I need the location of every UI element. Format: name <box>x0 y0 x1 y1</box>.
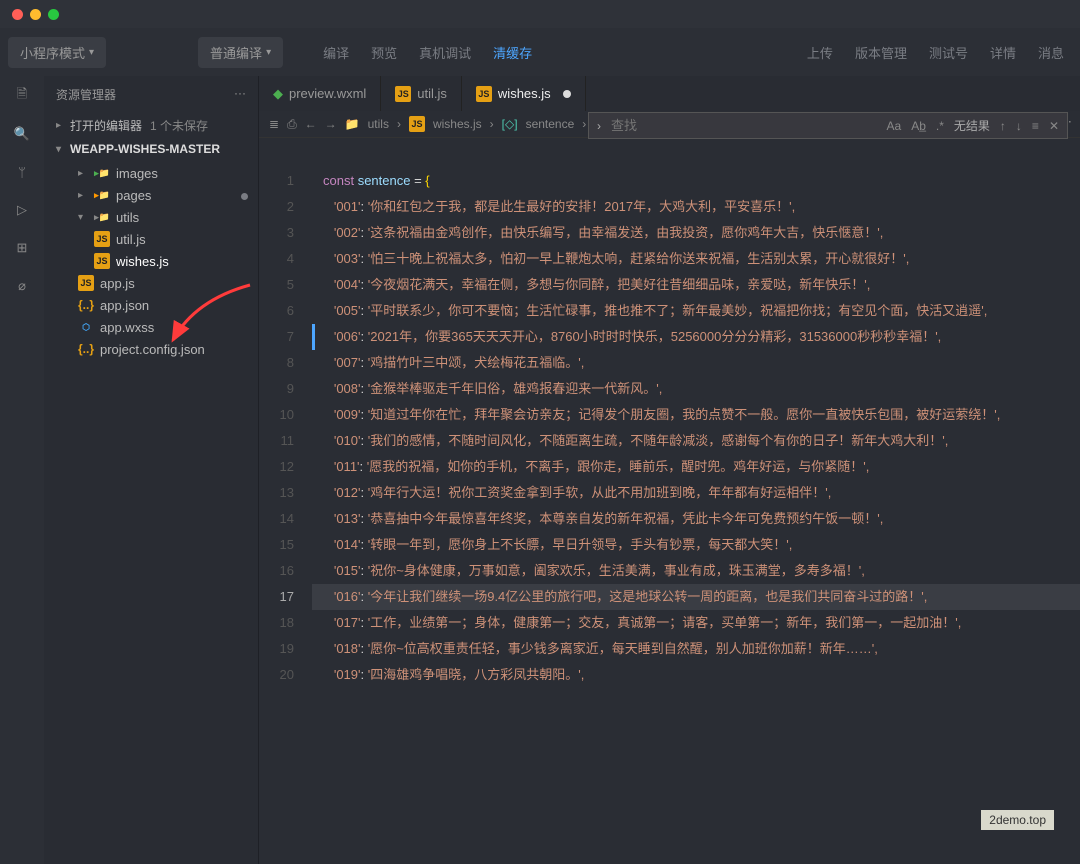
toolbar-testid[interactable]: 测试号 <box>921 43 976 62</box>
crumb-symbol[interactable]: sentence <box>526 117 575 131</box>
toolbar-remote-debug[interactable]: 真机调试 <box>411 43 479 62</box>
project-section[interactable]: ▾ WEAPP-WISHES-MASTER <box>44 138 258 160</box>
activity-bar: 🗎 🔍 ᛘ ▷ ⊞ ⌀ <box>0 76 44 864</box>
code-line[interactable]: '006': '2021年，你要365天天天开心，8760小时时时快乐，5256… <box>312 324 1080 350</box>
mode-selector[interactable]: 小程序模式 ▾ <box>8 37 106 68</box>
compile-selector[interactable]: 普通编译 ▾ <box>198 37 283 68</box>
bookmark-icon[interactable]: ⎙ <box>287 117 297 132</box>
source-control-icon[interactable]: ᛘ <box>10 160 34 184</box>
toolbar-messages[interactable]: 消息 <box>1030 43 1072 62</box>
explorer-sidebar: 资源管理器 ··· ▸ 打开的编辑器 1 个未保存 ▾ WEAPP-WISHES… <box>44 76 259 864</box>
project-name: WEAPP-WISHES-MASTER <box>70 142 220 156</box>
forward-icon[interactable]: → <box>325 117 337 131</box>
code-line[interactable]: '017': '工作，业绩第一；身体，健康第一；交友，真诚第一；请客，买单第一；… <box>312 610 1080 636</box>
code-line[interactable]: '015': '祝你~身体健康，万事如意，阖家欢乐，生活美满，事业有成，珠玉满堂… <box>312 558 1080 584</box>
toolbar-preview[interactable]: 预览 <box>363 43 405 62</box>
toolbar-version[interactable]: 版本管理 <box>847 43 915 62</box>
regex-icon[interactable]: .* <box>936 119 944 133</box>
minimize-traffic-light[interactable] <box>30 9 41 20</box>
file-tree: ▸▸📁images▸▸📁pages▾▸📁utilsJSutil.jsJSwish… <box>44 160 258 362</box>
editor-area: ◆preview.wxmlJSutil.jsJSwishes.js ⇄ ◫ ⋯ … <box>259 76 1080 864</box>
code-line[interactable]: '011': '愿我的祝福，如你的手机，不离手，跟你走，睡前乐，醒时兜。鸡年好运… <box>312 454 1080 480</box>
crumb-folder[interactable]: utils <box>368 117 389 131</box>
tree-item-project-config-json[interactable]: {..}project.config.json <box>44 338 258 360</box>
zoom-traffic-light[interactable] <box>48 9 59 20</box>
find-close-icon[interactable]: ✕ <box>1049 119 1059 133</box>
code-editor[interactable]: 1234567891011121314151617181920 const se… <box>259 138 1080 864</box>
tab-util-js[interactable]: JSutil.js <box>381 76 462 111</box>
code-line[interactable]: '002': '这条祝福由金鸡创作，由快乐编写，由幸福发送，由我投资，愿你鸡年大… <box>312 220 1080 246</box>
extensions-icon[interactable]: ⊞ <box>10 236 34 260</box>
tab-preview-wxml[interactable]: ◆preview.wxml <box>259 76 381 111</box>
close-traffic-light[interactable] <box>12 9 23 20</box>
find-next-icon[interactable]: ↓ <box>1016 119 1022 133</box>
code-line[interactable]: '009': '知道过年你在忙，拜年聚会访亲友；记得发个朋友圈，我的点赞不一般。… <box>312 402 1080 428</box>
unsaved-badge: 1 个未保存 <box>150 117 208 134</box>
code-line[interactable]: '005': '平时联系少，你可不要恼；生活忙碌事，推也推不了；新年最美妙，祝福… <box>312 298 1080 324</box>
top-toolbar: 小程序模式 ▾ 普通编译 ▾ 编译 预览 真机调试 清缓存 上传 版本管理 测试… <box>0 28 1080 76</box>
back-icon[interactable]: ← <box>305 117 317 131</box>
find-expand-icon[interactable]: › <box>597 119 601 133</box>
tab-wishes-js[interactable]: JSwishes.js <box>462 76 586 111</box>
find-prev-icon[interactable]: ↑ <box>1000 119 1006 133</box>
code-line[interactable]: '013': '恭喜抽中今年最惊喜年终奖，本尊亲自发的新年祝福，凭此卡今年可免费… <box>312 506 1080 532</box>
crumb-file[interactable]: wishes.js <box>433 117 482 131</box>
window-titlebar <box>0 0 1080 28</box>
explorer-title: 资源管理器 <box>56 86 116 103</box>
find-selection-icon[interactable]: ≡ <box>1032 119 1039 133</box>
code-line[interactable]: '019': '四海雄鸡争唱晓，八方彩凤共朝阳。', <box>312 662 1080 688</box>
tree-item-app-js[interactable]: JSapp.js <box>44 272 258 294</box>
code-line[interactable]: '016': '今年让我们继续一场9.4亿公里的旅行吧，这是地球公转一周的距离，… <box>312 584 1080 610</box>
tree-item-images[interactable]: ▸▸📁images <box>44 162 258 184</box>
explorer-icon[interactable]: 🗎 <box>10 84 34 108</box>
code-line[interactable]: '007': '鸡描竹叶三中颂，犬绘梅花五福临。', <box>312 350 1080 376</box>
tree-item-utils[interactable]: ▾▸📁utils <box>44 206 258 228</box>
explorer-more-icon[interactable]: ··· <box>234 86 246 103</box>
code-line[interactable]: '010': '我们的感情，不随时间风化，不随距离生疏，不随年龄减淡，感谢每个有… <box>312 428 1080 454</box>
watermark: 2demo.top <box>981 810 1054 830</box>
tree-item-wishes-js[interactable]: JSwishes.js <box>44 250 258 272</box>
code-line[interactable]: '014': '转眼一年到，愿你身上不长膘，早日升领导，手头有钞票，每天都大笑！… <box>312 532 1080 558</box>
search-icon[interactable]: 🔍 <box>10 122 34 146</box>
dirty-indicator <box>563 90 571 98</box>
bug-icon[interactable]: ⌀ <box>10 274 34 298</box>
toolbar-upload[interactable]: 上传 <box>799 43 841 62</box>
debug-icon[interactable]: ▷ <box>10 198 34 222</box>
code-line[interactable]: '003': '怕三十晚上祝福太多，怕初一早上鞭炮太响，赶紧给你送来祝福，生活别… <box>312 246 1080 272</box>
tree-item-app-wxss[interactable]: ⬡app.wxss <box>44 316 258 338</box>
find-result: 无结果 <box>954 117 990 134</box>
toolbar-compile[interactable]: 编译 <box>315 43 357 62</box>
code-line[interactable]: '008': '金猴举棒驱走千年旧俗，雄鸡报春迎来一代新风。', <box>312 376 1080 402</box>
find-input[interactable] <box>611 118 877 133</box>
editor-tabs: ◆preview.wxmlJSutil.jsJSwishes.js <box>259 76 1080 111</box>
code-line[interactable]: '004': '今夜烟花满天，幸福在侧，多想与你同醉，把美好往昔细细品味，亲爱哒… <box>312 272 1080 298</box>
list-icon[interactable]: ≣ <box>269 117 279 131</box>
whole-word-icon[interactable]: Ab̲ <box>911 119 926 133</box>
match-case-icon[interactable]: Aa <box>887 119 902 133</box>
tree-item-app-json[interactable]: {..}app.json <box>44 294 258 316</box>
code-line[interactable]: '001': '你和红包之于我，都是此生最好的安排！2017年，大鸡大利，平安喜… <box>312 194 1080 220</box>
open-editors-section[interactable]: ▸ 打开的编辑器 1 个未保存 <box>44 113 258 138</box>
toolbar-clear-cache[interactable]: 清缓存 <box>485 43 540 62</box>
code-line[interactable]: '012': '鸡年行大运！祝你工资奖金拿到手软，从此不用加班到晚，年年都有好运… <box>312 480 1080 506</box>
tree-item-util-js[interactable]: JSutil.js <box>44 228 258 250</box>
open-editors-label: 打开的编辑器 <box>70 117 142 134</box>
toolbar-details[interactable]: 详情 <box>982 43 1024 62</box>
code-line[interactable]: '018': '愿你~位高权重责任轻，事少钱多离家近，每天睡到自然醒，别人加班你… <box>312 636 1080 662</box>
tree-item-pages[interactable]: ▸▸📁pages <box>44 184 258 206</box>
find-widget[interactable]: › Aa Ab̲ .* 无结果 ↑ ↓ ≡ ✕ <box>588 112 1068 139</box>
